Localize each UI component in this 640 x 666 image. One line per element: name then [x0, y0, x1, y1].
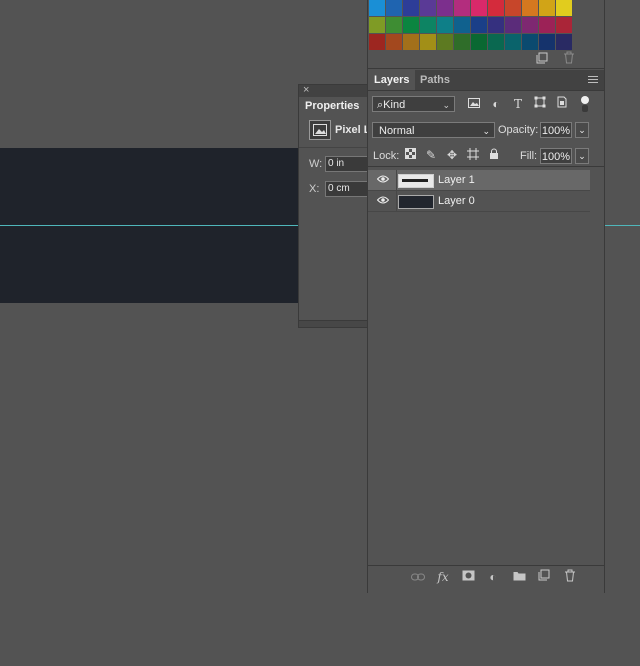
properties-title: Properties — [299, 98, 371, 116]
color-swatch[interactable] — [522, 17, 538, 33]
tab-properties[interactable]: Properties — [299, 98, 371, 116]
opacity-field[interactable]: 100% — [540, 122, 572, 138]
trash-icon[interactable] — [562, 569, 578, 585]
properties-panel: × Properties Pixel Layer W: 0 in X: 0 cm — [298, 84, 393, 328]
chevron-down-icon: ⌄ — [442, 100, 450, 110]
layers-tabbar: Layers Paths — [368, 70, 604, 91]
swatches-footer — [368, 48, 604, 69]
right-dock: Layers Paths ⌕Kind ⌄ ◐ T Normal ⌄ Opacit… — [367, 0, 605, 593]
color-swatch[interactable] — [539, 17, 555, 33]
color-swatch[interactable] — [403, 0, 419, 16]
panel-menu-icon[interactable] — [588, 76, 598, 85]
color-swatch[interactable] — [505, 0, 521, 16]
artboard-icon[interactable] — [466, 148, 480, 162]
fill-field[interactable]: 100% — [540, 148, 572, 164]
lock-label: Lock: — [373, 150, 400, 162]
divider — [299, 147, 371, 148]
lock-icon[interactable] — [487, 148, 501, 162]
blend-mode-select[interactable]: Normal ⌄ — [372, 122, 495, 138]
color-swatch[interactable] — [522, 0, 538, 16]
properties-topbar: × — [299, 84, 371, 97]
color-swatch[interactable] — [471, 17, 487, 33]
filter-toggle[interactable] — [581, 95, 589, 113]
eye-icon[interactable] — [376, 195, 390, 207]
color-swatch[interactable] — [386, 17, 402, 33]
color-swatch[interactable] — [369, 17, 385, 33]
color-swatch[interactable] — [556, 17, 572, 33]
color-swatch[interactable] — [556, 0, 572, 16]
panel-bottom-edge — [299, 320, 371, 327]
fill-label: Fill: — [520, 150, 538, 162]
width-label: W: — [309, 158, 323, 170]
eye-icon[interactable] — [376, 174, 390, 186]
link-icon[interactable] — [410, 569, 426, 585]
opacity-label: Opacity: — [498, 124, 539, 136]
new-swatch-icon[interactable] — [536, 52, 548, 67]
swatches-grid — [369, 0, 572, 50]
chevron-down-icon[interactable]: ⌄ — [575, 148, 589, 164]
trash-icon[interactable] — [563, 51, 575, 67]
dock-side-strip — [604, 0, 640, 225]
color-swatch[interactable] — [505, 17, 521, 33]
fx-icon[interactable]: fx — [435, 569, 451, 585]
layer-thumbnail — [398, 195, 434, 209]
color-swatch[interactable] — [471, 0, 487, 16]
close-icon[interactable]: × — [303, 84, 309, 96]
lock-transparent-pixels-icon[interactable] — [403, 148, 417, 162]
chevron-down-icon: ⌄ — [482, 126, 490, 136]
layer-mask-icon[interactable] — [460, 569, 476, 585]
tab-paths[interactable]: Paths — [414, 70, 456, 90]
layers-list: Layer 1 Layer 0 — [368, 170, 590, 212]
divider — [396, 191, 397, 211]
color-swatch[interactable] — [488, 0, 504, 16]
color-swatch[interactable] — [454, 0, 470, 16]
layer-name[interactable]: Layer 0 — [438, 195, 475, 207]
folder-icon[interactable] — [511, 569, 527, 585]
layer-row[interactable]: Layer 0 — [368, 191, 590, 212]
chevron-down-icon[interactable]: ⌄ — [575, 122, 589, 138]
shape-filter-icon[interactable] — [532, 96, 548, 112]
filter-kind-select[interactable]: ⌕Kind ⌄ — [372, 96, 455, 112]
adjustment-filter-icon[interactable]: ◐ — [488, 96, 504, 112]
layer-name[interactable]: Layer 1 — [438, 174, 475, 186]
layer-row[interactable]: Layer 1 — [368, 170, 590, 191]
new-layer-icon[interactable] — [536, 569, 552, 585]
color-swatch[interactable] — [386, 0, 402, 16]
type-filter-icon[interactable]: T — [510, 96, 526, 112]
move-icon[interactable]: ✥ — [445, 148, 459, 162]
color-swatch[interactable] — [437, 17, 453, 33]
adjustment-layer-icon[interactable]: ◐ — [485, 569, 501, 585]
color-swatch[interactable] — [454, 17, 470, 33]
divider — [396, 170, 397, 190]
filter-kind-label: Kind — [383, 99, 406, 111]
layer-thumbnail — [398, 174, 434, 188]
layers-footer: fx ◐ — [368, 565, 604, 588]
image-icon — [309, 120, 331, 140]
divider — [368, 166, 604, 167]
x-label: X: — [309, 183, 320, 195]
blend-mode-value: Normal — [379, 125, 415, 137]
color-swatch[interactable] — [369, 0, 385, 16]
color-swatch[interactable] — [420, 0, 436, 16]
smart-object-filter-icon[interactable] — [554, 96, 570, 112]
tab-layers[interactable]: Layers — [368, 70, 416, 90]
color-swatch[interactable] — [488, 17, 504, 33]
pixel-filter-icon[interactable] — [466, 96, 482, 112]
color-swatch[interactable] — [420, 17, 436, 33]
brush-icon[interactable]: ✎ — [424, 148, 438, 162]
color-swatch[interactable] — [403, 17, 419, 33]
color-swatch[interactable] — [539, 0, 555, 16]
color-swatch[interactable] — [437, 0, 453, 16]
